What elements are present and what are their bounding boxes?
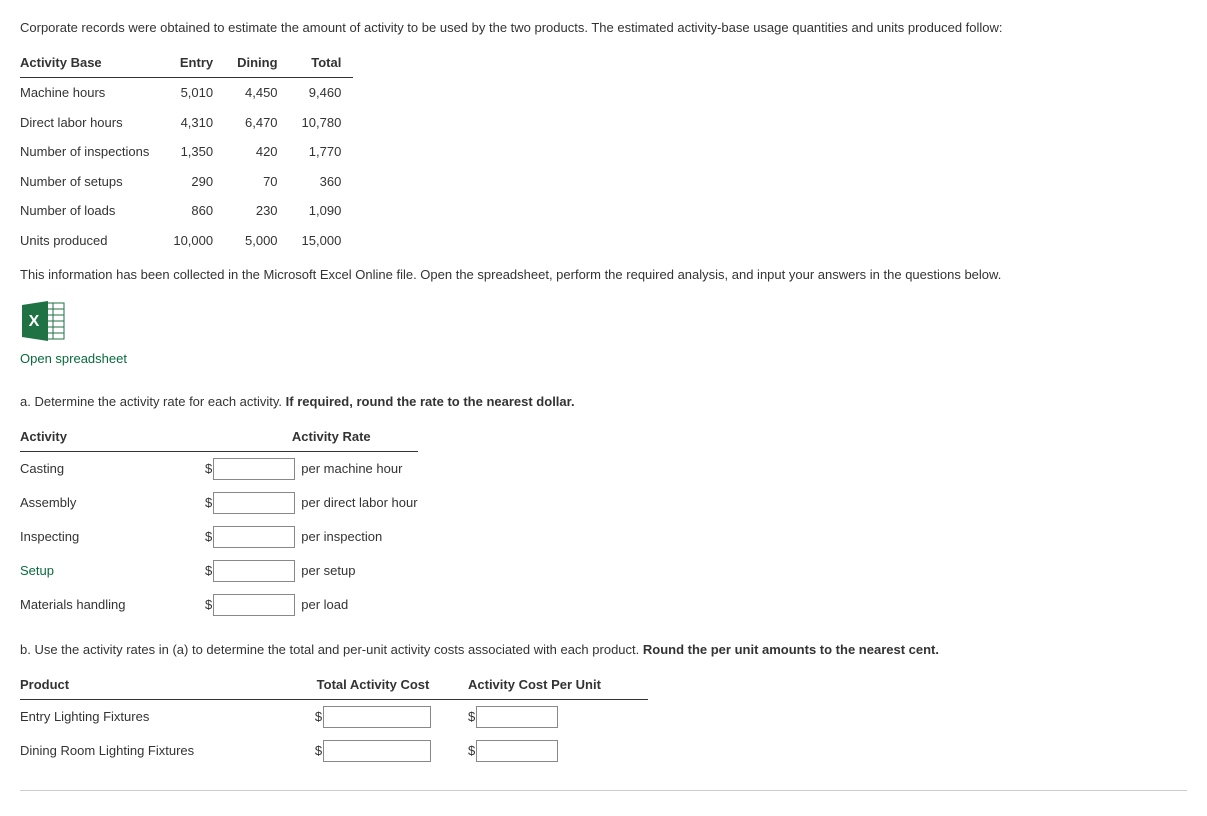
assembly-rate-input[interactable] — [213, 492, 295, 514]
setup-rate-input[interactable] — [213, 560, 295, 582]
dollar-sign: $ — [205, 529, 212, 544]
table-row: Casting $ per machine hour — [20, 452, 418, 487]
table-row: Number of inspections 1,350 420 1,770 — [20, 137, 353, 167]
dollar-sign: $ — [315, 743, 322, 758]
svg-text:X: X — [29, 313, 40, 330]
table-row: Assembly $ per direct labor hour — [20, 486, 418, 520]
table-row: Setup $ per setup — [20, 554, 418, 588]
th-activity-base: Activity Base — [20, 48, 161, 78]
product-cost-table: Product Total Activity Cost Activity Cos… — [20, 670, 648, 769]
table-row: Materials handling $ per load — [20, 588, 418, 622]
intro-text: Corporate records were obtained to estim… — [20, 18, 1187, 38]
question-a: a. Determine the activity rate for each … — [20, 392, 1187, 412]
table-row: Dining Room Lighting Fixtures $ $ — [20, 734, 648, 768]
th-product: Product — [20, 670, 288, 700]
q-b-letter: b. — [20, 642, 31, 657]
th-entry: Entry — [161, 48, 225, 78]
divider — [20, 790, 1187, 791]
th-total-activity-cost: Total Activity Cost — [288, 670, 468, 700]
dollar-sign: $ — [205, 495, 212, 510]
dining-per-unit-input[interactable] — [476, 740, 558, 762]
table-row: Direct labor hours 4,310 6,470 10,780 — [20, 108, 353, 138]
excel-icon[interactable]: X — [20, 299, 68, 343]
activity-base-table: Activity Base Entry Dining Total Machine… — [20, 48, 353, 256]
q-b-bold: Round the per unit amounts to the neares… — [643, 642, 939, 657]
q-a-bold: If required, round the rate to the neare… — [286, 394, 575, 409]
setup-label[interactable]: Setup — [20, 554, 205, 588]
th-cost-per-unit: Activity Cost Per Unit — [468, 670, 648, 700]
inspecting-rate-input[interactable] — [213, 526, 295, 548]
dining-total-cost-input[interactable] — [323, 740, 431, 762]
th-activity-rate: Activity Rate — [205, 422, 418, 452]
open-spreadsheet-link[interactable]: Open spreadsheet — [20, 351, 127, 366]
activity-rate-table: Activity Activity Rate Casting $ per mac… — [20, 422, 418, 623]
casting-rate-input[interactable] — [213, 458, 295, 480]
collection-note: This information has been collected in t… — [20, 265, 1187, 285]
table-row: Machine hours 5,010 4,450 9,460 — [20, 78, 353, 108]
th-total: Total — [290, 48, 354, 78]
table-row: Units produced 10,000 5,000 15,000 — [20, 226, 353, 256]
q-b-text: Use the activity rates in (a) to determi… — [31, 642, 643, 657]
dollar-sign: $ — [205, 597, 212, 612]
table-row: Number of loads 860 230 1,090 — [20, 196, 353, 226]
dollar-sign: $ — [205, 563, 212, 578]
th-dining: Dining — [225, 48, 289, 78]
dollar-sign: $ — [315, 709, 322, 724]
table-row: Inspecting $ per inspection — [20, 520, 418, 554]
dollar-sign: $ — [468, 743, 475, 758]
entry-total-cost-input[interactable] — [323, 706, 431, 728]
question-b: b. Use the activity rates in (a) to dete… — [20, 640, 1187, 660]
table-row: Entry Lighting Fixtures $ $ — [20, 700, 648, 735]
dollar-sign: $ — [468, 709, 475, 724]
q-a-text: Determine the activity rate for each act… — [31, 394, 286, 409]
entry-per-unit-input[interactable] — [476, 706, 558, 728]
th-activity: Activity — [20, 422, 205, 452]
materials-handling-rate-input[interactable] — [213, 594, 295, 616]
dollar-sign: $ — [205, 461, 212, 476]
table-row: Number of setups 290 70 360 — [20, 167, 353, 197]
q-a-letter: a. — [20, 394, 31, 409]
